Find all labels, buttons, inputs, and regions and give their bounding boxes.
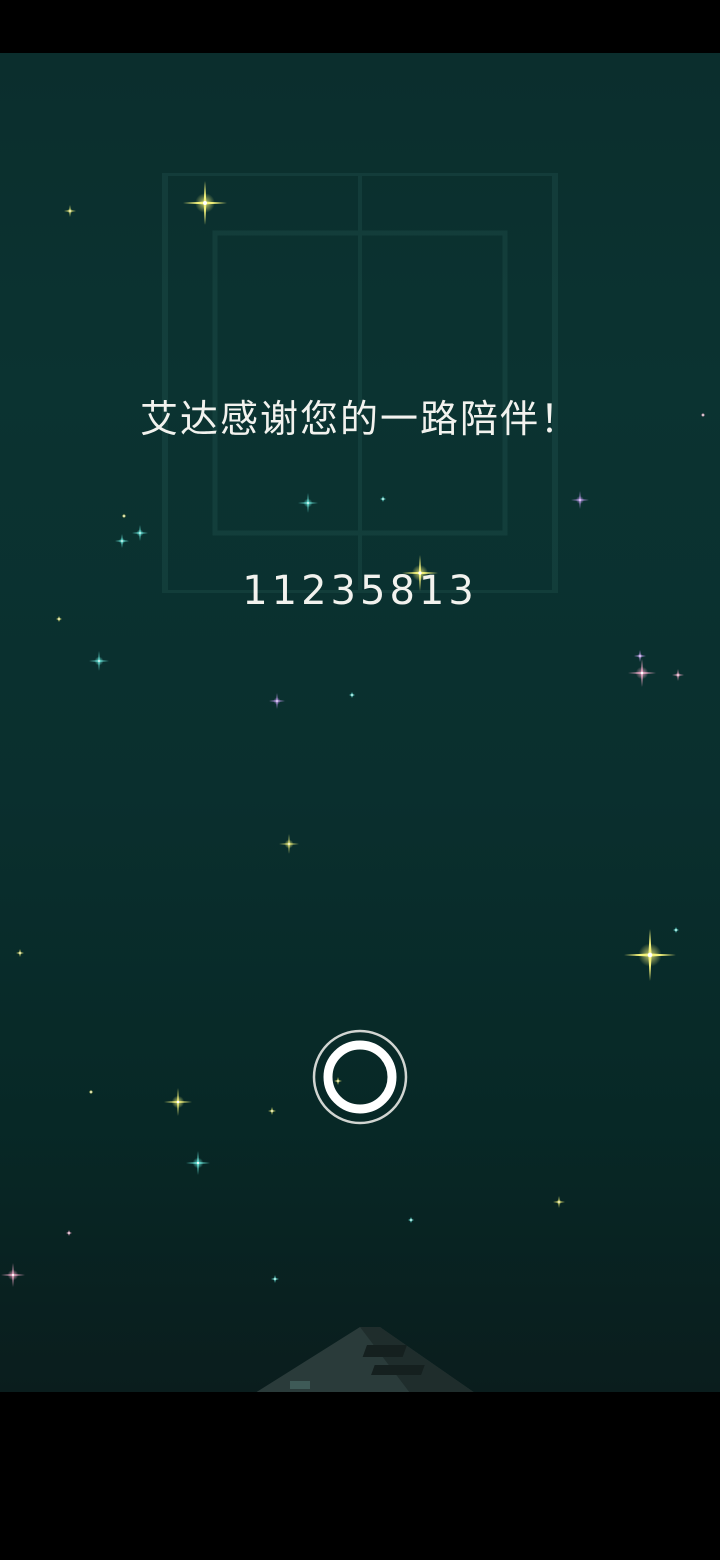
sparkle-star-icon [672, 669, 684, 681]
sparkle-star-icon [628, 659, 656, 687]
sparkle-star-icon [64, 205, 76, 217]
sparkle-star-icon [268, 1107, 276, 1115]
sparkle-star-icon [186, 1151, 210, 1175]
monument-tower-icon [256, 1327, 474, 1392]
code-number: 11235813 [242, 568, 478, 614]
sparkle-star-icon [56, 616, 62, 622]
thank-you-message: 艾达感谢您的一路陪伴！ [139, 397, 580, 441]
ring-icon[interactable] [312, 1029, 408, 1125]
sparkle-star-icon [1, 1263, 25, 1287]
sparkle-star-icon [271, 1275, 279, 1283]
sparkle-star-icon [634, 650, 646, 662]
sparkle-star-icon [553, 1196, 565, 1208]
sparkle-star-icon [673, 927, 679, 933]
sparkle-star-icon [298, 493, 318, 513]
sparkle-star-icon [279, 834, 299, 854]
top-black-bar [0, 0, 720, 53]
sparkle-star-icon [571, 491, 589, 509]
sparkle-star-icon [66, 1230, 72, 1236]
game-scene[interactable]: 艾达感谢您的一路陪伴！ 11235813 [0, 53, 720, 1392]
starfield [1, 181, 705, 1287]
sparkle-star-icon [349, 692, 355, 698]
bottom-black-bar [0, 1392, 720, 1560]
sparkle-star-icon [183, 181, 227, 225]
sparkle-star-icon [624, 929, 676, 981]
sparkle-star-icon [115, 534, 129, 548]
sparkle-star-icon [89, 651, 109, 671]
sparkle-star-icon [16, 949, 24, 957]
sparkle-star-icon [164, 1088, 192, 1116]
sparkle-star-icon [89, 1090, 93, 1094]
sparkle-star-icon [408, 1217, 414, 1223]
sparkle-star-icon [122, 514, 126, 518]
sparkle-star-icon [269, 693, 285, 709]
sparkle-star-icon [380, 496, 386, 502]
sparkle-star-icon [132, 525, 148, 541]
